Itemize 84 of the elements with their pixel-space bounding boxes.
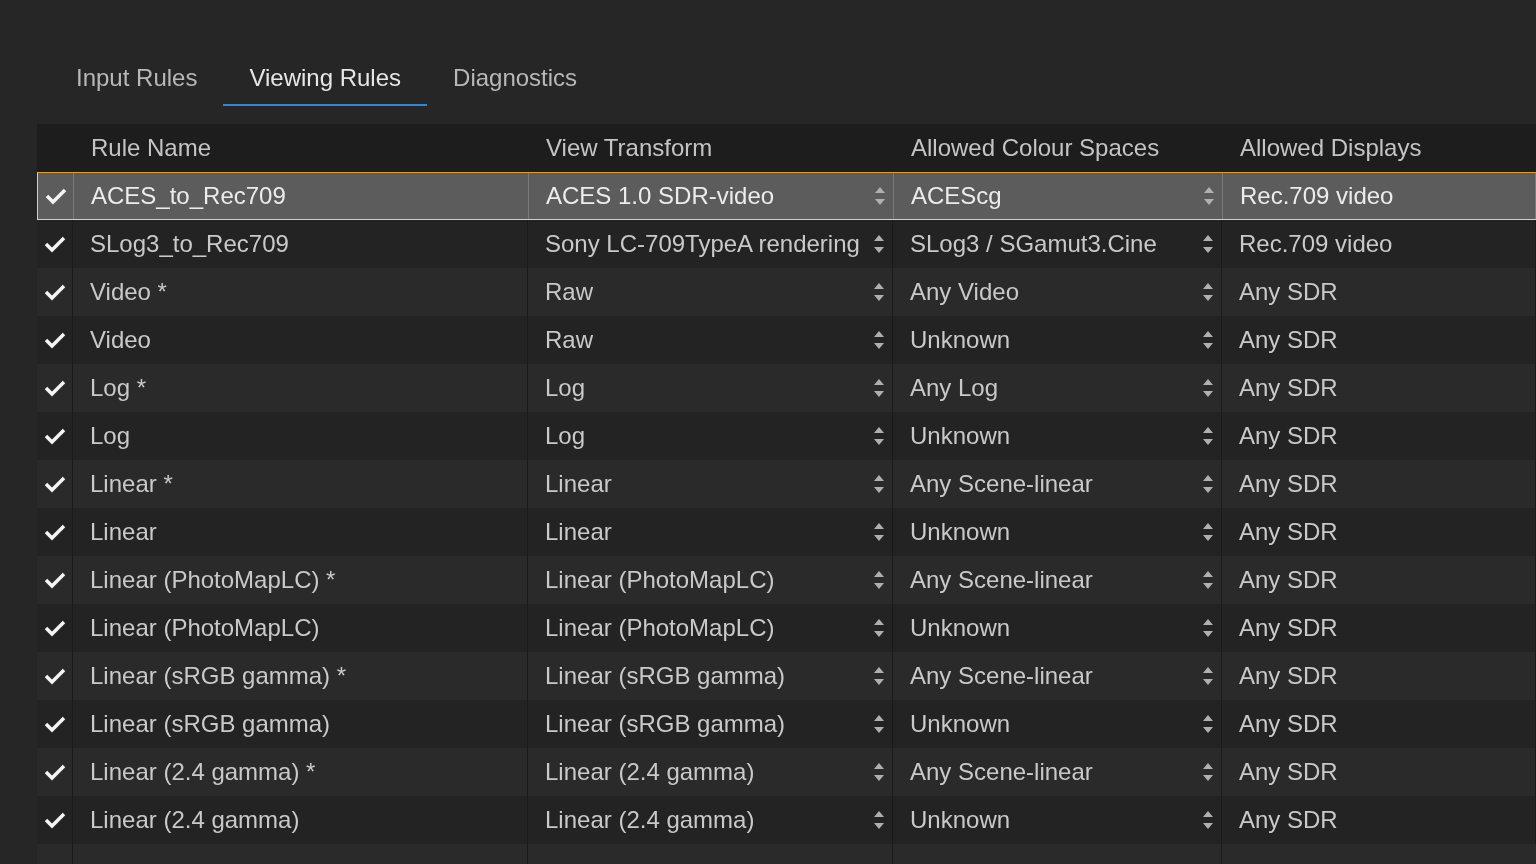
tab[interactable]: Viewing Rules xyxy=(223,56,428,106)
table-cell: Log xyxy=(545,422,586,450)
table-cell: Sony LC-709TypeA rendering xyxy=(545,230,860,258)
checkbox[interactable] xyxy=(43,379,66,397)
table-cell: Linear (2.4 gamma) * xyxy=(90,758,316,786)
table-cell: Any Scene-linear xyxy=(910,662,1093,690)
table-row[interactable]: Linear (PhotoMapLC) * Linear (PhotoMapLC) Any Scene-linear Any SDR xyxy=(37,556,1536,604)
table-cell: SLog3 / SGamut3.Cine xyxy=(910,230,1157,258)
checkbox[interactable] xyxy=(43,763,66,781)
checkbox[interactable] xyxy=(43,475,66,493)
table-cell: Linear xyxy=(545,518,612,546)
table-row[interactable]: Video * Raw Any Video Any SDR xyxy=(37,268,1536,316)
table-cell: Raw xyxy=(545,326,593,354)
table-cell: Any SDR xyxy=(1239,806,1338,834)
table-cell: Any SDR xyxy=(1239,278,1338,306)
table-row[interactable]: Linear (sRGB gamma) * Linear (sRGB gamma) Any Scene-linear Any SDR xyxy=(37,652,1536,700)
checkbox[interactable] xyxy=(43,571,66,589)
table-cell: Linear (PhotoMapLC) xyxy=(545,614,775,642)
table-cell: Any SDR xyxy=(1239,566,1338,594)
column-header[interactable]: Rule Name xyxy=(91,134,212,162)
checkbox[interactable] xyxy=(43,619,66,637)
column-header[interactable]: View Transform xyxy=(546,134,713,162)
table-cell: ACES_to_Rec709 xyxy=(91,182,286,210)
table-cell: Any SDR xyxy=(1239,662,1338,690)
table-cell: Rec.709 video xyxy=(1239,230,1393,258)
checkbox[interactable] xyxy=(43,235,66,253)
column-header[interactable]: Allowed Displays xyxy=(1240,134,1422,162)
table-cell: Linear * xyxy=(90,470,173,498)
table-cell: Linear xyxy=(90,518,157,546)
table-row[interactable]: ACES_to_Rec709 ACES 1.0 SDR-video ACEScg Rec.709 video xyxy=(37,172,1536,220)
table-cell: Unknown xyxy=(910,326,1011,354)
table-cell: Any Log xyxy=(910,374,999,402)
table-cell: Any Scene-linear xyxy=(910,566,1093,594)
checkbox[interactable] xyxy=(43,331,66,349)
table-cell: Rec.709 video xyxy=(1240,182,1394,210)
table-cell: Unknown xyxy=(910,518,1011,546)
checkbox[interactable] xyxy=(43,427,66,445)
checkbox[interactable] xyxy=(43,283,66,301)
table-cell: Unknown xyxy=(910,614,1011,642)
table-cell: Log xyxy=(545,374,586,402)
table-cell: Linear xyxy=(545,470,612,498)
table-cell: Linear (2.4 gamma) xyxy=(90,806,300,834)
table-cell: Unknown xyxy=(910,422,1011,450)
table-cell: Any SDR xyxy=(1239,758,1338,786)
table-cell: Any SDR xyxy=(1239,614,1338,642)
tab[interactable]: Diagnostics xyxy=(427,56,604,106)
checkbox[interactable] xyxy=(43,667,66,685)
table-cell: Any Video xyxy=(910,278,1019,306)
table-cell: Linear (PhotoMapLC) * xyxy=(90,566,336,594)
tab[interactable]: Input Rules xyxy=(50,56,224,106)
table-row[interactable]: Log * Log Any Log Any SDR xyxy=(37,364,1536,412)
table-cell: SLog3_to_Rec709 xyxy=(90,230,289,258)
table-cell: Linear (sRGB gamma) * xyxy=(90,662,347,690)
table-cell: Linear (PhotoMapLC) xyxy=(545,566,775,594)
table-cell: Unknown xyxy=(910,710,1011,738)
table-cell: Any SDR xyxy=(1239,710,1338,738)
table-cell: Linear (PhotoMapLC) xyxy=(90,614,320,642)
table-cell: Linear (sRGB gamma) xyxy=(90,710,331,738)
table-cell: Any SDR xyxy=(1239,374,1338,402)
table-cell: Any Scene-linear xyxy=(910,470,1093,498)
table-row[interactable]: Linear (2.4 gamma) * Linear (2.4 gamma) Any Scene-linear Any SDR xyxy=(37,748,1536,796)
table-cell: ACES 1.0 SDR-video xyxy=(546,182,775,210)
column-header[interactable]: Allowed Colour Spaces xyxy=(911,134,1160,162)
table-cell: Log xyxy=(90,422,131,450)
table-cell: Unknown xyxy=(910,806,1011,834)
table-cell: Linear (2.4 gamma) xyxy=(545,806,755,834)
table-cell: Linear (sRGB gamma) xyxy=(545,662,786,690)
checkbox[interactable] xyxy=(43,811,66,829)
table-cell: ACEScg xyxy=(911,182,1002,210)
table-cell: Any SDR xyxy=(1239,518,1338,546)
table-cell: Any Scene-linear xyxy=(910,758,1093,786)
table-cell: Linear (2.4 gamma) xyxy=(545,758,755,786)
table-cell: Raw xyxy=(545,278,593,306)
table-cell: Any SDR xyxy=(1239,422,1338,450)
table-cell: Linear (sRGB gamma) xyxy=(545,710,786,738)
table-cell: Any SDR xyxy=(1239,470,1338,498)
table-row[interactable]: Linear * Linear Any Scene-linear Any SDR xyxy=(37,460,1536,508)
checkbox[interactable] xyxy=(43,523,66,541)
table-cell: Any SDR xyxy=(1239,326,1338,354)
table-cell: Video * xyxy=(90,278,167,306)
table-cell: Log * xyxy=(90,374,147,402)
checkbox[interactable] xyxy=(44,187,67,205)
table-cell: Video xyxy=(90,326,151,354)
checkbox[interactable] xyxy=(43,715,66,733)
